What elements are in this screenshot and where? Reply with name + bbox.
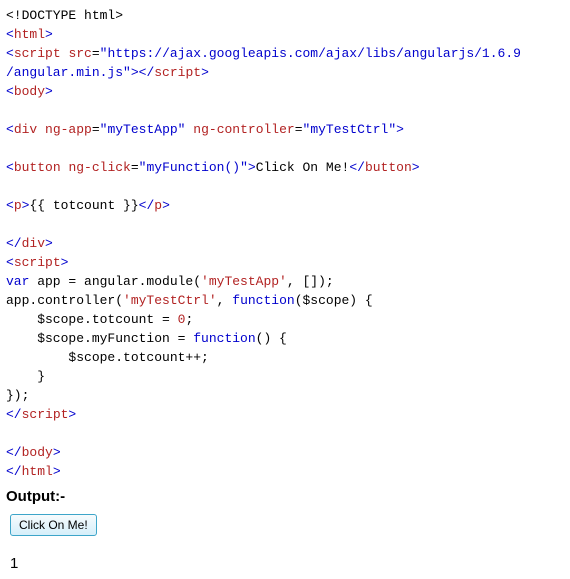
- code-token: ng-click: [68, 160, 130, 175]
- code-token: <: [6, 198, 14, 213]
- code-token: </: [6, 464, 22, 479]
- code-token: "myFunction()": [139, 160, 248, 175]
- code-token: html: [14, 27, 45, 42]
- output-label: Output:-: [6, 487, 564, 506]
- code-token: src: [68, 46, 91, 61]
- code-token: div: [22, 236, 45, 251]
- code-token: 'myTestApp': [201, 274, 287, 289]
- code-token: app = angular.module(: [29, 274, 201, 289]
- code-token: });: [6, 388, 29, 403]
- code-token: script: [22, 407, 69, 422]
- code-token: >: [162, 198, 170, 213]
- code-token: >: [68, 407, 76, 422]
- code-token: </: [139, 65, 155, 80]
- code-token: <: [6, 122, 14, 137]
- code-token: ,: [217, 293, 233, 308]
- code-token: </: [6, 445, 22, 460]
- code-token: >: [412, 160, 420, 175]
- code-token: button: [14, 160, 61, 175]
- code-token: function: [232, 293, 294, 308]
- code-token: >: [201, 65, 209, 80]
- count-value: 1: [10, 554, 564, 573]
- code-token: <: [6, 255, 14, 270]
- code-token: "myTestCtrl": [303, 122, 397, 137]
- code-token: ;: [185, 312, 193, 327]
- code-token: <: [6, 46, 14, 61]
- code-token: body: [14, 84, 45, 99]
- code-token: <: [6, 84, 14, 99]
- code-token: </: [349, 160, 365, 175]
- code-token: script: [14, 255, 61, 270]
- code-token: p: [14, 198, 22, 213]
- code-line: <!DOCTYPE html>: [6, 8, 123, 23]
- code-token: >: [45, 84, 53, 99]
- code-token: </: [6, 236, 22, 251]
- code-token: >: [248, 160, 256, 175]
- code-token: <: [6, 160, 14, 175]
- code-token: button: [365, 160, 412, 175]
- code-block: <!DOCTYPE html> <html> <script src="http…: [6, 6, 564, 481]
- code-token: >: [61, 255, 69, 270]
- code-token: </: [6, 407, 22, 422]
- code-token: >: [45, 236, 53, 251]
- code-token: , []);: [287, 274, 334, 289]
- code-token: >: [53, 464, 61, 479]
- code-token: Click On Me!: [256, 160, 350, 175]
- code-token: "https://ajax.googleapis.com/ajax/libs/a…: [100, 46, 521, 61]
- code-token: $scope.myFunction =: [6, 331, 193, 346]
- code-token: function: [193, 331, 255, 346]
- code-token: 'myTestCtrl': [123, 293, 217, 308]
- code-token: () {: [256, 331, 287, 346]
- code-token: div: [14, 122, 37, 137]
- code-token: script: [154, 65, 201, 80]
- code-token: script: [14, 46, 61, 61]
- code-token: body: [22, 445, 53, 460]
- code-token: p: [154, 198, 162, 213]
- code-token: >: [396, 122, 404, 137]
- code-token: <: [6, 27, 14, 42]
- code-token: "myTestApp": [100, 122, 186, 137]
- code-token: {{ totcount }}: [29, 198, 138, 213]
- code-token: /angular.min.js": [6, 65, 131, 80]
- code-token: ng-app: [45, 122, 92, 137]
- code-token: >: [53, 445, 61, 460]
- code-token: var: [6, 274, 29, 289]
- code-token: $scope.totcount++;: [6, 350, 209, 365]
- code-token: >: [131, 65, 139, 80]
- code-token: html: [22, 464, 53, 479]
- code-token: >: [45, 27, 53, 42]
- code-token: ng-controller: [193, 122, 294, 137]
- demo-area: Click On Me! 1: [6, 514, 564, 573]
- code-token: $scope.totcount =: [6, 312, 178, 327]
- code-token: ($scope) {: [295, 293, 373, 308]
- code-token: }: [6, 369, 45, 384]
- click-on-me-button[interactable]: Click On Me!: [10, 514, 97, 536]
- code-token: </: [139, 198, 155, 213]
- code-token: app.controller(: [6, 293, 123, 308]
